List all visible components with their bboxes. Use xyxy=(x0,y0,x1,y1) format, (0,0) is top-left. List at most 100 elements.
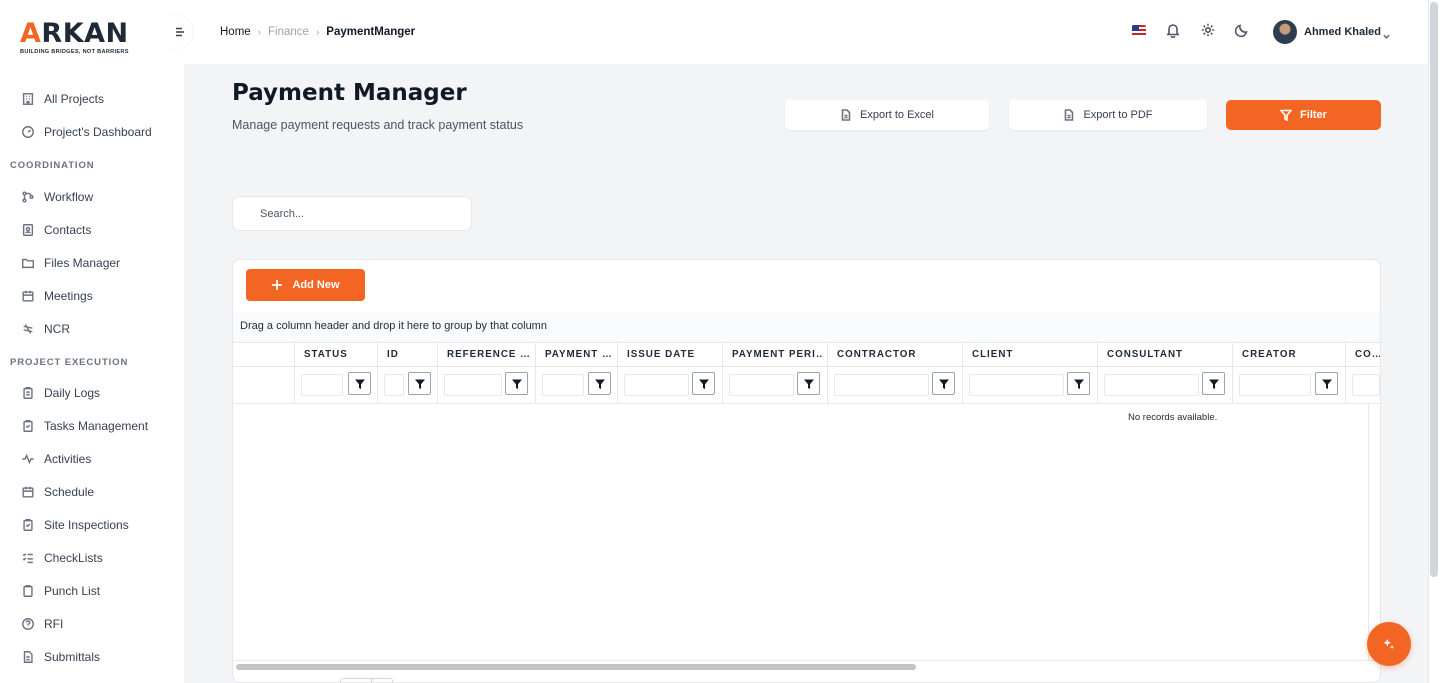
column-header-payment-period[interactable]: PAYMENT PERI… xyxy=(722,343,827,366)
checklist-icon xyxy=(22,553,33,564)
sidebar-item-activities[interactable]: Activities xyxy=(21,448,91,470)
filter-input-payment[interactable] xyxy=(542,374,584,396)
sidebar-item-schedule[interactable]: Schedule xyxy=(21,481,94,503)
filter-button-contractor[interactable] xyxy=(932,372,955,395)
page-title: Payment Manager xyxy=(232,80,467,106)
export-excel-button[interactable]: Export to Excel xyxy=(785,100,989,130)
column-header-issue-date[interactable]: ISSUE DATE xyxy=(617,343,722,366)
sidebar-item-meetings[interactable]: Meetings xyxy=(21,285,93,307)
filter-icon xyxy=(1208,379,1219,389)
moon-icon xyxy=(1234,22,1250,43)
sidebar-item-projects-dashboard[interactable]: Project's Dashboard xyxy=(21,121,152,143)
export-pdf-button[interactable]: Export to PDF xyxy=(1009,100,1207,130)
sidebar-item-site-inspections[interactable]: Site Inspections xyxy=(21,514,129,536)
empty-message: No records available. xyxy=(1128,412,1218,423)
breadcrumb: Home › Finance › PaymentManger xyxy=(220,26,415,38)
filter-cell-creator xyxy=(1232,367,1345,403)
avatar[interactable] xyxy=(1273,20,1297,44)
tasks-icon xyxy=(23,420,33,432)
column-header-id[interactable]: ID xyxy=(377,343,437,366)
gear-icon xyxy=(1200,22,1216,43)
ncr-icon xyxy=(23,324,33,334)
column-header-reference[interactable]: REFERENCE … xyxy=(437,343,535,366)
filter-input-reference[interactable] xyxy=(444,374,502,396)
sidebar-item-all-projects[interactable]: All Projects xyxy=(21,88,104,110)
filter-input-id[interactable] xyxy=(384,374,404,396)
payments-grid: Add New Drag a column header and drop it… xyxy=(232,259,1381,683)
sidebar-item-punch-list[interactable]: Punch List xyxy=(21,580,100,602)
filter-button-payment[interactable] xyxy=(588,372,611,395)
filter-button[interactable]: Filter xyxy=(1226,100,1381,130)
add-new-button[interactable]: Add New xyxy=(246,269,365,301)
filter-button-issue-date[interactable] xyxy=(692,372,715,395)
brand-logo[interactable]: ARKAN BUILDING BRIDGES, NOT BARRIERS xyxy=(20,20,130,56)
sidebar-item-label: Project's Dashboard xyxy=(44,125,152,139)
filter-icon xyxy=(938,379,949,389)
sidebar-collapse-button[interactable] xyxy=(168,16,192,48)
filter-input-client[interactable] xyxy=(969,374,1064,396)
filter-input-contractor[interactable] xyxy=(834,374,929,396)
assistant-button[interactable] xyxy=(1367,622,1411,666)
sidebar-item-contacts[interactable]: Contacts xyxy=(21,219,91,241)
pager[interactable] xyxy=(340,678,393,682)
sidebar-item-workflow[interactable]: Workflow xyxy=(21,186,93,208)
group-drop-area[interactable]: Drag a column header and drop it here to… xyxy=(233,312,1380,342)
column-header-creator[interactable]: CREATOR xyxy=(1232,343,1345,366)
filter-icon xyxy=(698,379,709,389)
activity-icon xyxy=(22,453,34,465)
dark-mode-toggle[interactable] xyxy=(1234,22,1250,42)
sidebar-item-label: CheckLists xyxy=(44,551,103,565)
sidebar-item-daily-logs[interactable]: Daily Logs xyxy=(21,382,100,404)
column-header-consultant[interactable]: CONSULTANT xyxy=(1097,343,1232,366)
chevron-right-icon: › xyxy=(257,26,262,38)
sidebar-item-label: Tasks Management xyxy=(44,419,149,433)
grid-horizontal-scrollbar-thumb[interactable] xyxy=(236,664,916,670)
sidebar-item-files-manager[interactable]: Files Manager xyxy=(21,252,120,274)
filter-icon xyxy=(1280,109,1293,121)
column-header-status[interactable]: STATUS xyxy=(294,343,377,366)
filter-input-consultant[interactable] xyxy=(1104,374,1199,396)
plus-icon xyxy=(272,280,283,290)
filter-button-payment-period[interactable] xyxy=(797,372,820,395)
filter-button-reference[interactable] xyxy=(505,372,528,395)
grid-vertical-scrollbar[interactable] xyxy=(1368,404,1380,660)
sidebar-item-rfi[interactable]: RFI xyxy=(21,613,63,635)
sidebar-item-checklists[interactable]: CheckLists xyxy=(21,547,103,569)
sidebar-item-tasks-management[interactable]: Tasks Management xyxy=(21,415,148,437)
filter-input-issue-date[interactable] xyxy=(624,374,689,396)
sidebar-item-label: Schedule xyxy=(44,485,95,499)
column-header-contractor[interactable]: CONTRACTOR xyxy=(827,343,962,366)
page-scrollbar-thumb[interactable] xyxy=(1430,2,1438,577)
column-header-client[interactable]: CLIENT xyxy=(962,343,1097,366)
search-input[interactable] xyxy=(232,196,472,231)
chevron-down-icon[interactable] xyxy=(1382,28,1391,46)
sidebar-item-label: Meetings xyxy=(44,289,93,303)
settings-button[interactable] xyxy=(1200,22,1216,42)
filter-input-creator[interactable] xyxy=(1239,374,1311,396)
user-name[interactable]: Ahmed Khaled xyxy=(1304,26,1381,38)
sidebar-item-ncr[interactable]: NCR xyxy=(21,318,70,340)
folder-icon xyxy=(22,258,34,269)
breadcrumb-finance[interactable]: Finance xyxy=(268,26,309,38)
breadcrumb-home[interactable]: Home xyxy=(220,26,251,38)
filter-input-truncated[interactable] xyxy=(1352,374,1380,396)
sidebar-item-submittals[interactable]: Submittals xyxy=(21,646,100,668)
notifications-button[interactable] xyxy=(1165,22,1181,42)
filter-button-creator[interactable] xyxy=(1315,372,1338,395)
column-header-payment[interactable]: PAYMENT … xyxy=(535,343,617,366)
sidebar-item-label: Files Manager xyxy=(44,256,121,270)
sidebar-item-label: RFI xyxy=(44,617,64,631)
column-header-truncated[interactable]: CO… xyxy=(1345,343,1380,366)
logo-tagline: BUILDING BRIDGES, NOT BARRIERS xyxy=(20,49,129,55)
filter-button-client[interactable] xyxy=(1067,372,1090,395)
us-flag-icon[interactable] xyxy=(1132,25,1146,37)
filter-button-status[interactable] xyxy=(348,372,371,395)
filter-button-consultant[interactable] xyxy=(1202,372,1225,395)
filter-button-id[interactable] xyxy=(408,372,431,395)
sidebar-item-label: Contacts xyxy=(44,223,92,237)
sidebar-item-label: Activities xyxy=(44,452,92,466)
filter-input-status[interactable] xyxy=(301,374,343,396)
grid-horizontal-scrollbar[interactable] xyxy=(233,660,1380,672)
contacts-icon xyxy=(22,224,34,236)
filter-input-payment-period[interactable] xyxy=(729,374,794,396)
